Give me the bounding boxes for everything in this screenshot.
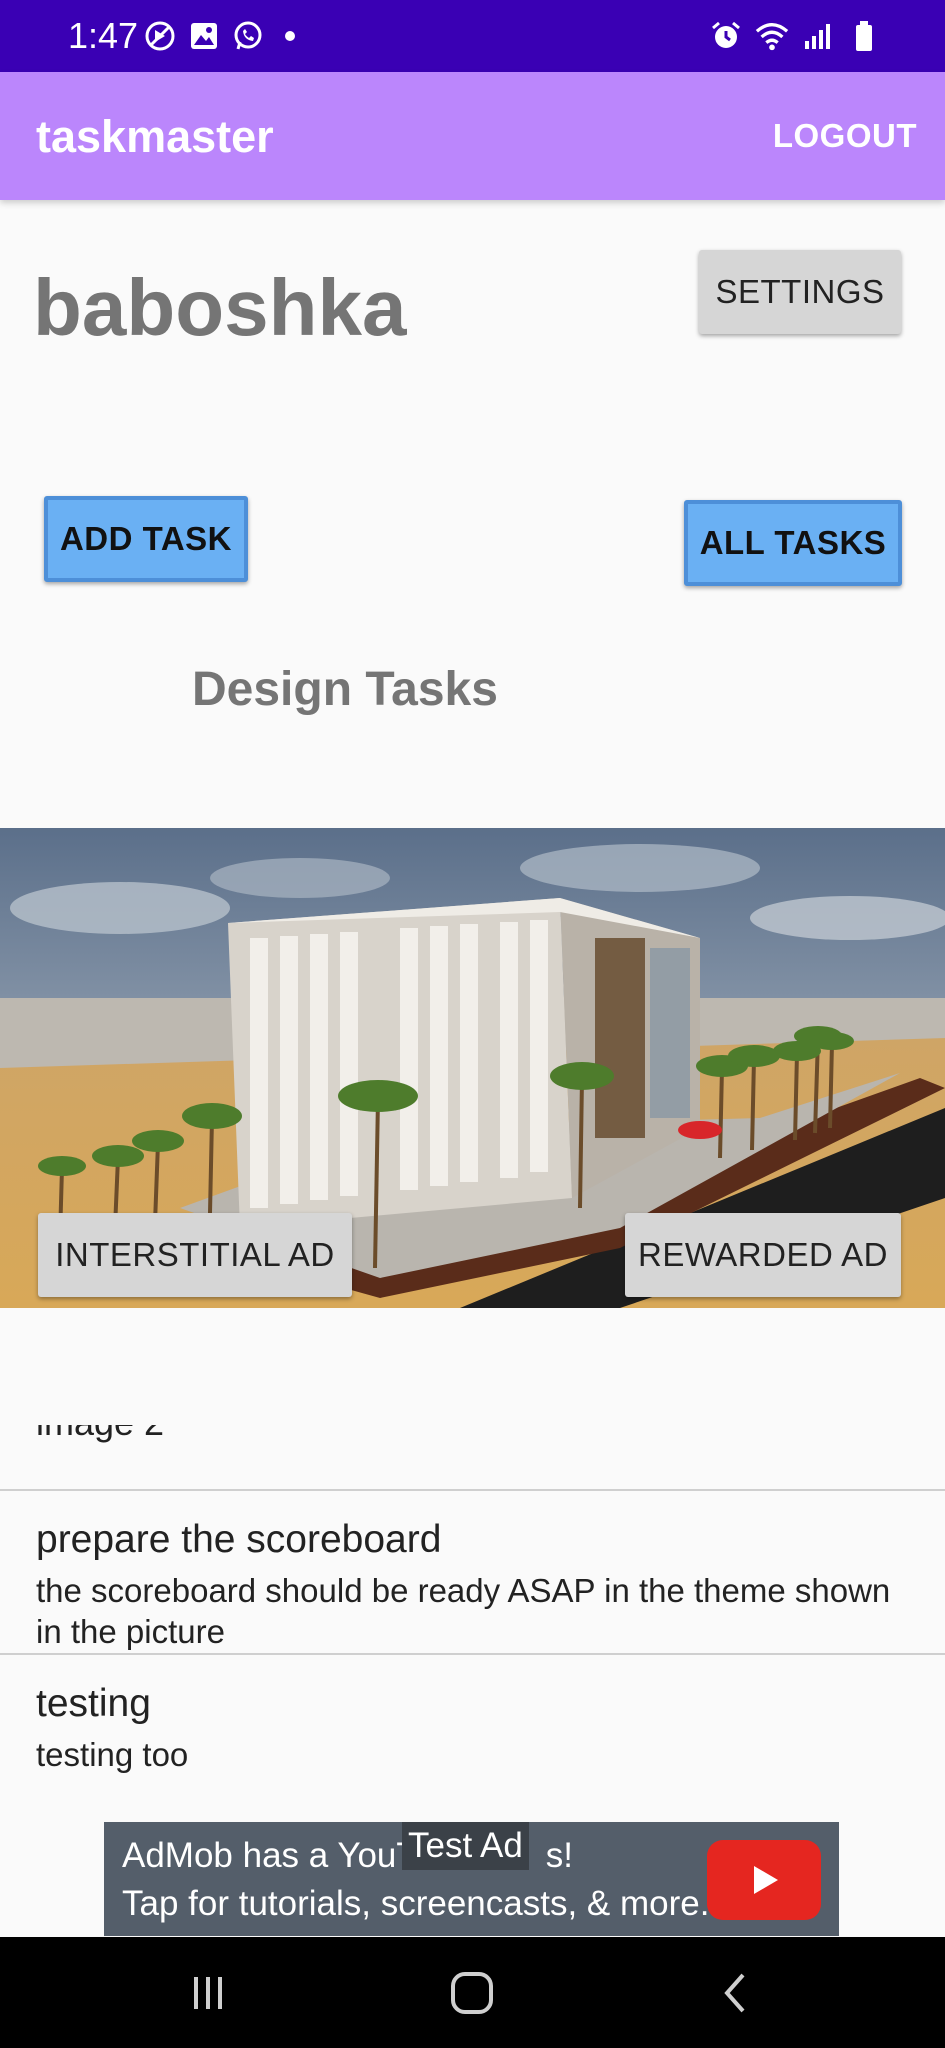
- screen: 1:47 taskmaster LOGOUT baboshka SETTINGS…: [0, 0, 945, 2048]
- section-heading: Design Tasks: [192, 663, 498, 716]
- youtube-play-icon: [707, 1840, 821, 1920]
- username: baboshka: [33, 263, 407, 352]
- app-bar: taskmaster LOGOUT: [0, 72, 945, 200]
- status-time: 1:47: [68, 15, 139, 56]
- mute-icon: [143, 19, 177, 53]
- task-description: testing too: [36, 1736, 189, 1773]
- home-icon[interactable]: [437, 1961, 507, 2025]
- alarm-icon: [709, 19, 743, 53]
- status-right-icons: [709, 18, 881, 54]
- app-title: taskmaster: [36, 111, 274, 162]
- task-title[interactable]: testing: [36, 1680, 151, 1728]
- add-task-button[interactable]: ADD TASK: [44, 496, 248, 582]
- ad-text-end: s!: [545, 1836, 574, 1875]
- rewarded-ad-button[interactable]: REWARDED AD: [625, 1213, 901, 1297]
- wifi-icon: [755, 19, 789, 53]
- recents-icon[interactable]: [173, 1961, 243, 2025]
- task-list[interactable]: image 2 prepare the scoreboard the score…: [0, 1420, 945, 1820]
- notification-dot: [285, 31, 295, 41]
- divider: [0, 1653, 945, 1655]
- signal-icon: [801, 19, 835, 53]
- ad-text-line2: Tap for tutorials, screencasts, & more.: [122, 1884, 710, 1923]
- ad-text-start: AdMob has a YouT: [122, 1836, 418, 1875]
- whatsapp-icon: [231, 19, 265, 53]
- task-title[interactable]: prepare the scoreboard: [36, 1516, 441, 1564]
- ad-banner[interactable]: AdMob has a YouT s! Tap for tutorials, sc…: [104, 1822, 839, 1936]
- settings-button[interactable]: SETTINGS: [699, 250, 901, 334]
- status-left-icons: [143, 18, 295, 54]
- interstitial-ad-button[interactable]: INTERSTITIAL AD: [38, 1213, 352, 1297]
- task-description: the scoreboard should be ready ASAP in t…: [36, 1572, 891, 1650]
- battery-icon: [847, 19, 881, 53]
- back-icon[interactable]: [700, 1961, 770, 2025]
- test-ad-label: Test Ad: [402, 1822, 529, 1870]
- navigation-bar: [0, 1937, 945, 2048]
- logout-button[interactable]: LOGOUT: [773, 114, 917, 158]
- status-bar: 1:47: [0, 0, 945, 72]
- divider: [0, 1489, 945, 1491]
- list-item[interactable]: image 2: [36, 1425, 436, 1445]
- task-title: image 2: [36, 1425, 164, 1445]
- image-icon: [187, 19, 221, 53]
- all-tasks-button[interactable]: ALL TASKS: [684, 500, 902, 586]
